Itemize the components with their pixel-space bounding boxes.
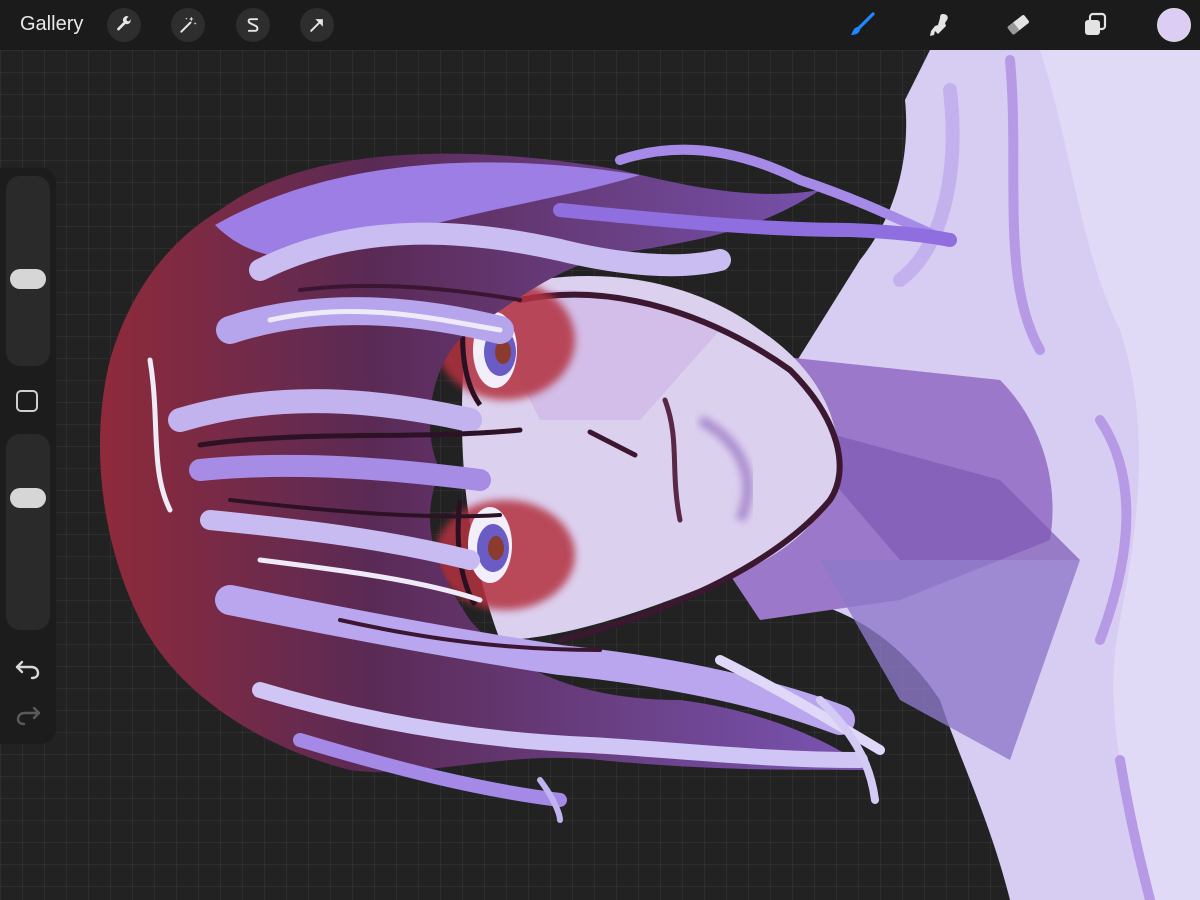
- magic-wand-icon: [180, 16, 197, 33]
- smudge-tool-button[interactable]: [922, 8, 956, 42]
- modify-button[interactable]: [16, 390, 38, 412]
- brush-icon: [851, 12, 875, 35]
- eraser-tool-button[interactable]: [1001, 8, 1035, 42]
- selection-button[interactable]: [236, 8, 270, 42]
- gallery-button[interactable]: Gallery: [20, 12, 83, 36]
- eraser-icon: [1007, 15, 1029, 35]
- artwork-illustration: [100, 50, 1200, 900]
- opacity-slider[interactable]: [6, 434, 50, 630]
- top-toolbar: Gallery: [0, 0, 1200, 50]
- color-picker-swatch[interactable]: [1157, 8, 1191, 42]
- brush-tool-button[interactable]: [845, 8, 879, 42]
- actions-wrench-button[interactable]: [107, 8, 141, 42]
- opacity-slider-thumb[interactable]: [10, 488, 46, 509]
- smudge-icon: [930, 14, 948, 36]
- brush-size-slider[interactable]: [6, 176, 50, 366]
- left-sidebar: [0, 168, 56, 744]
- transform-arrow-icon: [310, 19, 323, 32]
- adjustments-button[interactable]: [171, 8, 205, 42]
- drawing-canvas[interactable]: [0, 50, 1200, 900]
- selection-icon: [247, 18, 259, 32]
- layers-icon: [1085, 12, 1107, 35]
- undo-icon[interactable]: [14, 656, 42, 680]
- layers-button[interactable]: [1078, 8, 1112, 42]
- redo-icon[interactable]: [14, 702, 42, 726]
- brush-size-slider-thumb[interactable]: [10, 269, 46, 290]
- wrench-icon: [117, 16, 132, 31]
- transform-button[interactable]: [300, 8, 334, 42]
